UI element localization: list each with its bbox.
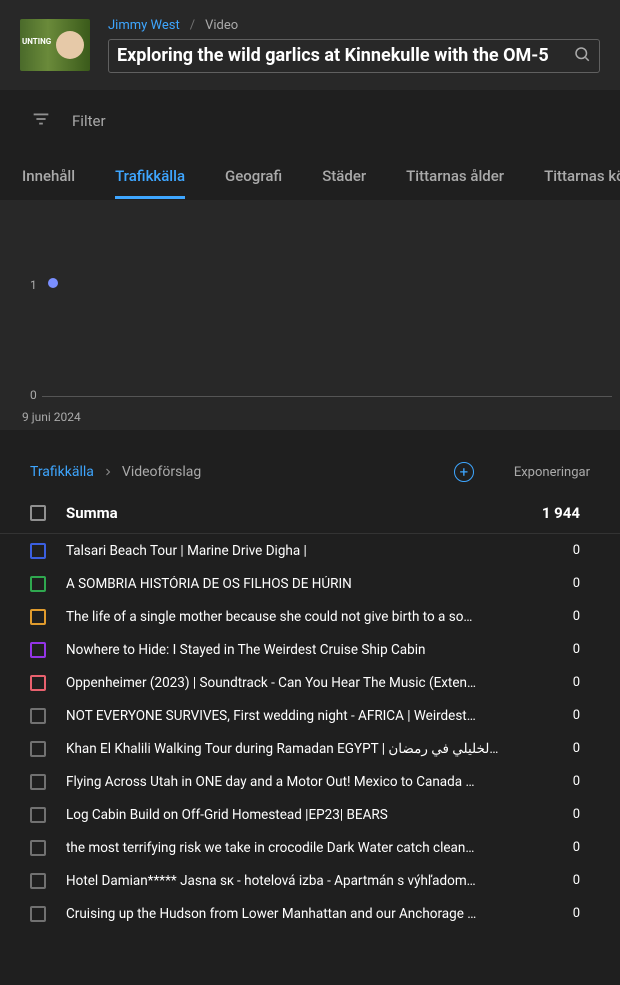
x-axis-label: 9 juni 2024 [22, 410, 81, 424]
chart-area: 1 0 9 juni 2024 [0, 200, 620, 430]
summary-value: 1 944 [520, 504, 580, 522]
y-tick-1: 1 [30, 278, 37, 292]
summary-label: Summa [66, 504, 520, 522]
table-row[interactable]: Cruising up the Hudson from Lower Manhat… [0, 897, 620, 930]
row-checkbox[interactable] [30, 807, 46, 823]
row-value: 0 [520, 543, 580, 558]
row-checkbox[interactable] [30, 642, 46, 658]
table-row[interactable]: A SOMBRIA HISTÓRIA DE OS FILHOS DE HÚRIN… [0, 567, 620, 600]
row-value: 0 [520, 774, 580, 789]
row-value: 0 [520, 906, 580, 921]
row-title: Nowhere to Hide: I Stayed in The Weirdes… [66, 642, 520, 658]
breadcrumb-separator: / [190, 18, 195, 33]
tab-geografi[interactable]: Geografi [225, 153, 282, 199]
row-title: Flying Across Utah in ONE day and a Moto… [66, 774, 520, 790]
table-row[interactable]: Oppenheimer (2023) | Soundtrack - Can Yo… [0, 666, 620, 699]
row-checkbox[interactable] [30, 609, 46, 625]
row-title: Hotel Damian***** Jasna sᴋ - hotelová iz… [66, 873, 520, 889]
search-icon[interactable] [573, 45, 591, 67]
data-section: Trafikkälla Videoförslag + Exponeringar … [0, 430, 620, 930]
tab-innehåll[interactable]: Innehåll [22, 153, 75, 199]
filter-label: Filter [72, 112, 106, 130]
x-axis-line [42, 396, 612, 397]
y-tick-0: 0 [30, 388, 37, 402]
row-title: NOT EVERYONE SURVIVES, First wedding nig… [66, 708, 520, 724]
row-checkbox[interactable] [30, 840, 46, 856]
row-checkbox[interactable] [30, 543, 46, 559]
table-header: Trafikkälla Videoförslag + Exponeringar [0, 440, 620, 492]
row-checkbox[interactable] [30, 708, 46, 724]
row-checkbox[interactable] [30, 741, 46, 757]
row-title: Oppenheimer (2023) | Soundtrack - Can Yo… [66, 675, 520, 691]
row-checkbox[interactable] [30, 576, 46, 592]
tab-tittarnas-ålder[interactable]: Tittarnas ålder [406, 153, 504, 199]
row-value: 0 [520, 708, 580, 723]
table-row[interactable]: The life of a single mother because she … [0, 600, 620, 633]
video-title: Exploring the wild garlics at Kinnekulle… [117, 45, 573, 66]
row-value: 0 [520, 873, 580, 888]
table-row[interactable]: Flying Across Utah in ONE day and a Moto… [0, 765, 620, 798]
table-row[interactable]: Hotel Damian***** Jasna sᴋ - hotelová iz… [0, 864, 620, 897]
filter-bar[interactable]: Filter [0, 90, 620, 152]
row-title: the most terrifying risk we take in croc… [66, 840, 520, 856]
table-breadcrumb-current: Videoförslag [122, 464, 201, 480]
row-title: A SOMBRIA HISTÓRIA DE OS FILHOS DE HÚRIN [66, 576, 520, 592]
row-checkbox[interactable] [30, 906, 46, 922]
data-table: Summa 1 944 Talsari Beach Tour | Marine … [0, 492, 620, 930]
table-row[interactable]: Khan El Khalili Walking Tour during Rama… [0, 732, 620, 765]
row-value: 0 [520, 840, 580, 855]
header-main: Jimmy West / Video Exploring the wild ga… [108, 18, 600, 73]
breadcrumb: Jimmy West / Video [108, 18, 600, 33]
table-breadcrumb-link[interactable]: Trafikkälla [30, 464, 94, 480]
row-title: The life of a single mother because she … [66, 609, 520, 625]
column-header-exposures[interactable]: Exponeringar [514, 465, 590, 480]
breadcrumb-author[interactable]: Jimmy West [108, 18, 180, 33]
add-metric-button[interactable]: + [454, 462, 474, 482]
breadcrumb-page: Video [205, 18, 238, 33]
chevron-right-icon [102, 466, 114, 478]
row-value: 0 [520, 642, 580, 657]
table-row[interactable]: NOT EVERYONE SURVIVES, First wedding nig… [0, 699, 620, 732]
chart-data-point[interactable] [48, 278, 58, 288]
table-breadcrumb: Trafikkälla Videoförslag [30, 464, 201, 480]
summary-checkbox[interactable] [30, 505, 46, 521]
video-thumbnail[interactable] [20, 19, 90, 71]
table-row[interactable]: Log Cabin Build on Off-Grid Homestead |E… [0, 798, 620, 831]
row-value: 0 [520, 741, 580, 756]
tab-tittarnas-kön[interactable]: Tittarnas kön [544, 153, 620, 199]
tab-städer[interactable]: Städer [322, 153, 366, 199]
page-header: Jimmy West / Video Exploring the wild ga… [0, 0, 620, 90]
row-title: Khan El Khalili Walking Tour during Rama… [66, 741, 520, 757]
row-value: 0 [520, 675, 580, 690]
row-title: Cruising up the Hudson from Lower Manhat… [66, 906, 520, 922]
row-value: 0 [520, 576, 580, 591]
table-row[interactable]: Talsari Beach Tour | Marine Drive Digha … [0, 534, 620, 567]
summary-row: Summa 1 944 [0, 492, 620, 534]
tab-trafikkälla[interactable]: Trafikkälla [115, 153, 185, 199]
row-checkbox[interactable] [30, 873, 46, 889]
row-checkbox[interactable] [30, 774, 46, 790]
row-checkbox[interactable] [30, 675, 46, 691]
row-title: Log Cabin Build on Off-Grid Homestead |E… [66, 807, 520, 823]
table-row[interactable]: Nowhere to Hide: I Stayed in The Weirdes… [0, 633, 620, 666]
row-value: 0 [520, 609, 580, 624]
table-row[interactable]: the most terrifying risk we take in croc… [0, 831, 620, 864]
table-header-right: + Exponeringar [454, 462, 590, 482]
row-title: Talsari Beach Tour | Marine Drive Digha … [66, 543, 520, 559]
title-search-field[interactable]: Exploring the wild garlics at Kinnekulle… [108, 39, 600, 73]
row-value: 0 [520, 807, 580, 822]
filter-icon [30, 108, 52, 134]
tabs-bar: Innehåll Trafikkälla Geografi Städer Tittarn… [0, 152, 620, 200]
